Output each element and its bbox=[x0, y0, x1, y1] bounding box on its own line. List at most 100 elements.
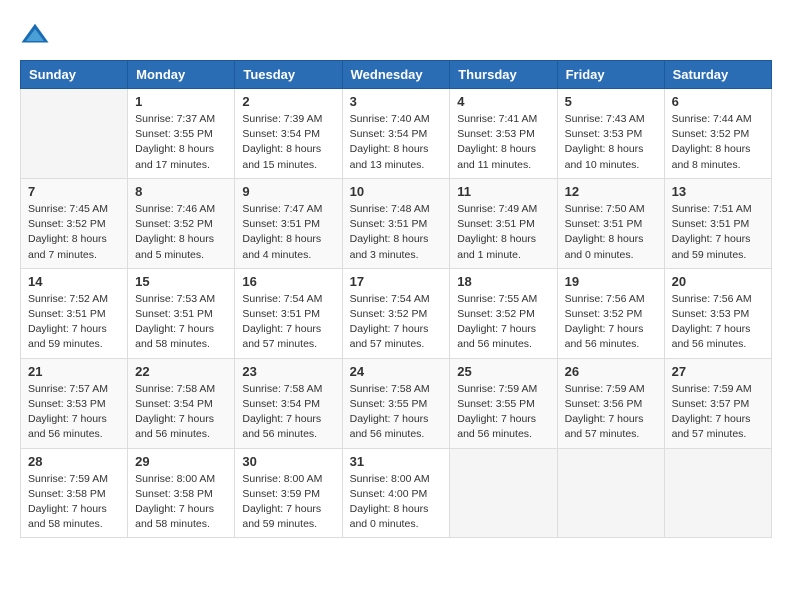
calendar-cell: 4Sunrise: 7:41 AM Sunset: 3:53 PM Daylig… bbox=[450, 89, 557, 179]
day-info: Sunrise: 7:49 AM Sunset: 3:51 PM Dayligh… bbox=[457, 202, 549, 263]
day-info: Sunrise: 7:56 AM Sunset: 3:53 PM Dayligh… bbox=[672, 292, 764, 353]
calendar-cell: 9 Sunrise: 7:47 AM Sunset: 3:51 PM Daylig… bbox=[235, 178, 342, 268]
day-info: Sunrise: 8:00 AM Sunset: 3:59 PM Dayligh… bbox=[242, 472, 334, 533]
calendar-cell: 7 Sunrise: 7:45 AM Sunset: 3:52 PM Daylig… bbox=[21, 178, 128, 268]
calendar-week-row: 1 Sunrise: 7:37 AM Sunset: 3:55 PM Daylig… bbox=[21, 89, 772, 179]
weekday-header: Monday bbox=[128, 61, 235, 89]
day-number: 16 bbox=[242, 274, 334, 289]
calendar-cell bbox=[21, 89, 128, 179]
day-info: Sunrise: 8:00 AM Sunset: 4:00 PM Dayligh… bbox=[350, 472, 443, 533]
calendar-cell: 28 Sunrise: 7:59 AM Sunset: 3:58 PM Dayli… bbox=[21, 448, 128, 538]
day-number: 8 bbox=[135, 184, 227, 199]
day-number: 30 bbox=[242, 454, 334, 469]
day-number: 17 bbox=[350, 274, 443, 289]
day-info: Sunrise: 7:37 AM Sunset: 3:55 PM Dayligh… bbox=[135, 112, 227, 173]
calendar-cell: 3 Sunrise: 7:40 AM Sunset: 3:54 PM Daylig… bbox=[342, 89, 450, 179]
calendar-cell: 12Sunrise: 7:50 AM Sunset: 3:51 PM Dayli… bbox=[557, 178, 664, 268]
day-info: Sunrise: 7:59 AM Sunset: 3:56 PM Dayligh… bbox=[565, 382, 657, 443]
logo-icon bbox=[20, 20, 50, 50]
calendar-cell: 23 Sunrise: 7:58 AM Sunset: 3:54 PM Dayli… bbox=[235, 358, 342, 448]
day-number: 12 bbox=[565, 184, 657, 199]
calendar-cell: 2Sunrise: 7:39 AM Sunset: 3:54 PM Daylig… bbox=[235, 89, 342, 179]
day-info: Sunrise: 7:45 AM Sunset: 3:52 PM Dayligh… bbox=[28, 202, 120, 263]
day-info: Sunrise: 7:53 AM Sunset: 3:51 PM Dayligh… bbox=[135, 292, 227, 353]
day-info: Sunrise: 7:52 AM Sunset: 3:51 PM Dayligh… bbox=[28, 292, 120, 353]
calendar-week-row: 28 Sunrise: 7:59 AM Sunset: 3:58 PM Dayli… bbox=[21, 448, 772, 538]
calendar-cell: 16 Sunrise: 7:54 AM Sunset: 3:51 PM Dayli… bbox=[235, 268, 342, 358]
day-info: Sunrise: 7:47 AM Sunset: 3:51 PM Dayligh… bbox=[242, 202, 334, 263]
page-header bbox=[20, 20, 772, 50]
calendar-week-row: 7 Sunrise: 7:45 AM Sunset: 3:52 PM Daylig… bbox=[21, 178, 772, 268]
day-info: Sunrise: 7:54 AM Sunset: 3:52 PM Dayligh… bbox=[350, 292, 443, 353]
day-info: Sunrise: 7:57 AM Sunset: 3:53 PM Dayligh… bbox=[28, 382, 120, 443]
day-number: 21 bbox=[28, 364, 120, 379]
day-info: Sunrise: 7:39 AM Sunset: 3:54 PM Dayligh… bbox=[242, 112, 334, 173]
calendar-week-row: 14 Sunrise: 7:52 AM Sunset: 3:51 PM Dayli… bbox=[21, 268, 772, 358]
day-info: Sunrise: 7:59 AM Sunset: 3:58 PM Dayligh… bbox=[28, 472, 120, 533]
calendar-cell: 27Sunrise: 7:59 AM Sunset: 3:57 PM Dayli… bbox=[664, 358, 771, 448]
day-number: 1 bbox=[135, 94, 227, 109]
calendar-week-row: 21 Sunrise: 7:57 AM Sunset: 3:53 PM Dayli… bbox=[21, 358, 772, 448]
calendar-cell: 29 Sunrise: 8:00 AM Sunset: 3:58 PM Dayli… bbox=[128, 448, 235, 538]
day-info: Sunrise: 7:41 AM Sunset: 3:53 PM Dayligh… bbox=[457, 112, 549, 173]
day-number: 6 bbox=[672, 94, 764, 109]
calendar-cell: 18 Sunrise: 7:55 AM Sunset: 3:52 PM Dayli… bbox=[450, 268, 557, 358]
calendar-cell: 22Sunrise: 7:58 AM Sunset: 3:54 PM Dayli… bbox=[128, 358, 235, 448]
day-number: 22 bbox=[135, 364, 227, 379]
calendar-cell: 17 Sunrise: 7:54 AM Sunset: 3:52 PM Dayli… bbox=[342, 268, 450, 358]
day-info: Sunrise: 7:59 AM Sunset: 3:55 PM Dayligh… bbox=[457, 382, 549, 443]
calendar-cell bbox=[557, 448, 664, 538]
calendar-cell: 5 Sunrise: 7:43 AM Sunset: 3:53 PM Daylig… bbox=[557, 89, 664, 179]
calendar-cell: 15 Sunrise: 7:53 AM Sunset: 3:51 PM Dayli… bbox=[128, 268, 235, 358]
calendar-cell: 19 Sunrise: 7:56 AM Sunset: 3:52 PM Dayli… bbox=[557, 268, 664, 358]
calendar-header-row: SundayMondayTuesdayWednesdayThursdayFrid… bbox=[21, 61, 772, 89]
calendar-cell bbox=[664, 448, 771, 538]
calendar-cell: 14 Sunrise: 7:52 AM Sunset: 3:51 PM Dayli… bbox=[21, 268, 128, 358]
weekday-header: Thursday bbox=[450, 61, 557, 89]
day-info: Sunrise: 7:40 AM Sunset: 3:54 PM Dayligh… bbox=[350, 112, 443, 173]
day-info: Sunrise: 7:44 AM Sunset: 3:52 PM Dayligh… bbox=[672, 112, 764, 173]
day-number: 15 bbox=[135, 274, 227, 289]
day-number: 7 bbox=[28, 184, 120, 199]
calendar-cell: 31 Sunrise: 8:00 AM Sunset: 4:00 PM Dayli… bbox=[342, 448, 450, 538]
day-number: 29 bbox=[135, 454, 227, 469]
day-info: Sunrise: 7:51 AM Sunset: 3:51 PM Dayligh… bbox=[672, 202, 764, 263]
calendar-table: SundayMondayTuesdayWednesdayThursdayFrid… bbox=[20, 60, 772, 538]
day-info: Sunrise: 7:43 AM Sunset: 3:53 PM Dayligh… bbox=[565, 112, 657, 173]
day-info: Sunrise: 7:54 AM Sunset: 3:51 PM Dayligh… bbox=[242, 292, 334, 353]
day-info: Sunrise: 7:55 AM Sunset: 3:52 PM Dayligh… bbox=[457, 292, 549, 353]
calendar-cell: 25Sunrise: 7:59 AM Sunset: 3:55 PM Dayli… bbox=[450, 358, 557, 448]
weekday-header: Tuesday bbox=[235, 61, 342, 89]
calendar-cell: 26Sunrise: 7:59 AM Sunset: 3:56 PM Dayli… bbox=[557, 358, 664, 448]
day-number: 24 bbox=[350, 364, 443, 379]
day-number: 19 bbox=[565, 274, 657, 289]
calendar-cell: 13Sunrise: 7:51 AM Sunset: 3:51 PM Dayli… bbox=[664, 178, 771, 268]
weekday-header: Wednesday bbox=[342, 61, 450, 89]
calendar-cell: 1 Sunrise: 7:37 AM Sunset: 3:55 PM Daylig… bbox=[128, 89, 235, 179]
day-number: 28 bbox=[28, 454, 120, 469]
calendar-cell: 21 Sunrise: 7:57 AM Sunset: 3:53 PM Dayli… bbox=[21, 358, 128, 448]
day-number: 14 bbox=[28, 274, 120, 289]
day-info: Sunrise: 7:56 AM Sunset: 3:52 PM Dayligh… bbox=[565, 292, 657, 353]
day-info: Sunrise: 7:58 AM Sunset: 3:54 PM Dayligh… bbox=[242, 382, 334, 443]
day-number: 9 bbox=[242, 184, 334, 199]
day-number: 10 bbox=[350, 184, 443, 199]
day-number: 23 bbox=[242, 364, 334, 379]
day-info: Sunrise: 7:58 AM Sunset: 3:55 PM Dayligh… bbox=[350, 382, 443, 443]
calendar-cell bbox=[450, 448, 557, 538]
day-info: Sunrise: 7:59 AM Sunset: 3:57 PM Dayligh… bbox=[672, 382, 764, 443]
day-number: 3 bbox=[350, 94, 443, 109]
calendar-cell: 11Sunrise: 7:49 AM Sunset: 3:51 PM Dayli… bbox=[450, 178, 557, 268]
calendar-cell: 8Sunrise: 7:46 AM Sunset: 3:52 PM Daylig… bbox=[128, 178, 235, 268]
calendar-cell: 6 Sunrise: 7:44 AM Sunset: 3:52 PM Daylig… bbox=[664, 89, 771, 179]
day-number: 20 bbox=[672, 274, 764, 289]
weekday-header: Sunday bbox=[21, 61, 128, 89]
calendar-cell: 10Sunrise: 7:48 AM Sunset: 3:51 PM Dayli… bbox=[342, 178, 450, 268]
weekday-header: Saturday bbox=[664, 61, 771, 89]
day-number: 5 bbox=[565, 94, 657, 109]
calendar-cell: 20 Sunrise: 7:56 AM Sunset: 3:53 PM Dayli… bbox=[664, 268, 771, 358]
logo bbox=[20, 20, 54, 50]
day-number: 31 bbox=[350, 454, 443, 469]
day-number: 18 bbox=[457, 274, 549, 289]
day-info: Sunrise: 8:00 AM Sunset: 3:58 PM Dayligh… bbox=[135, 472, 227, 533]
